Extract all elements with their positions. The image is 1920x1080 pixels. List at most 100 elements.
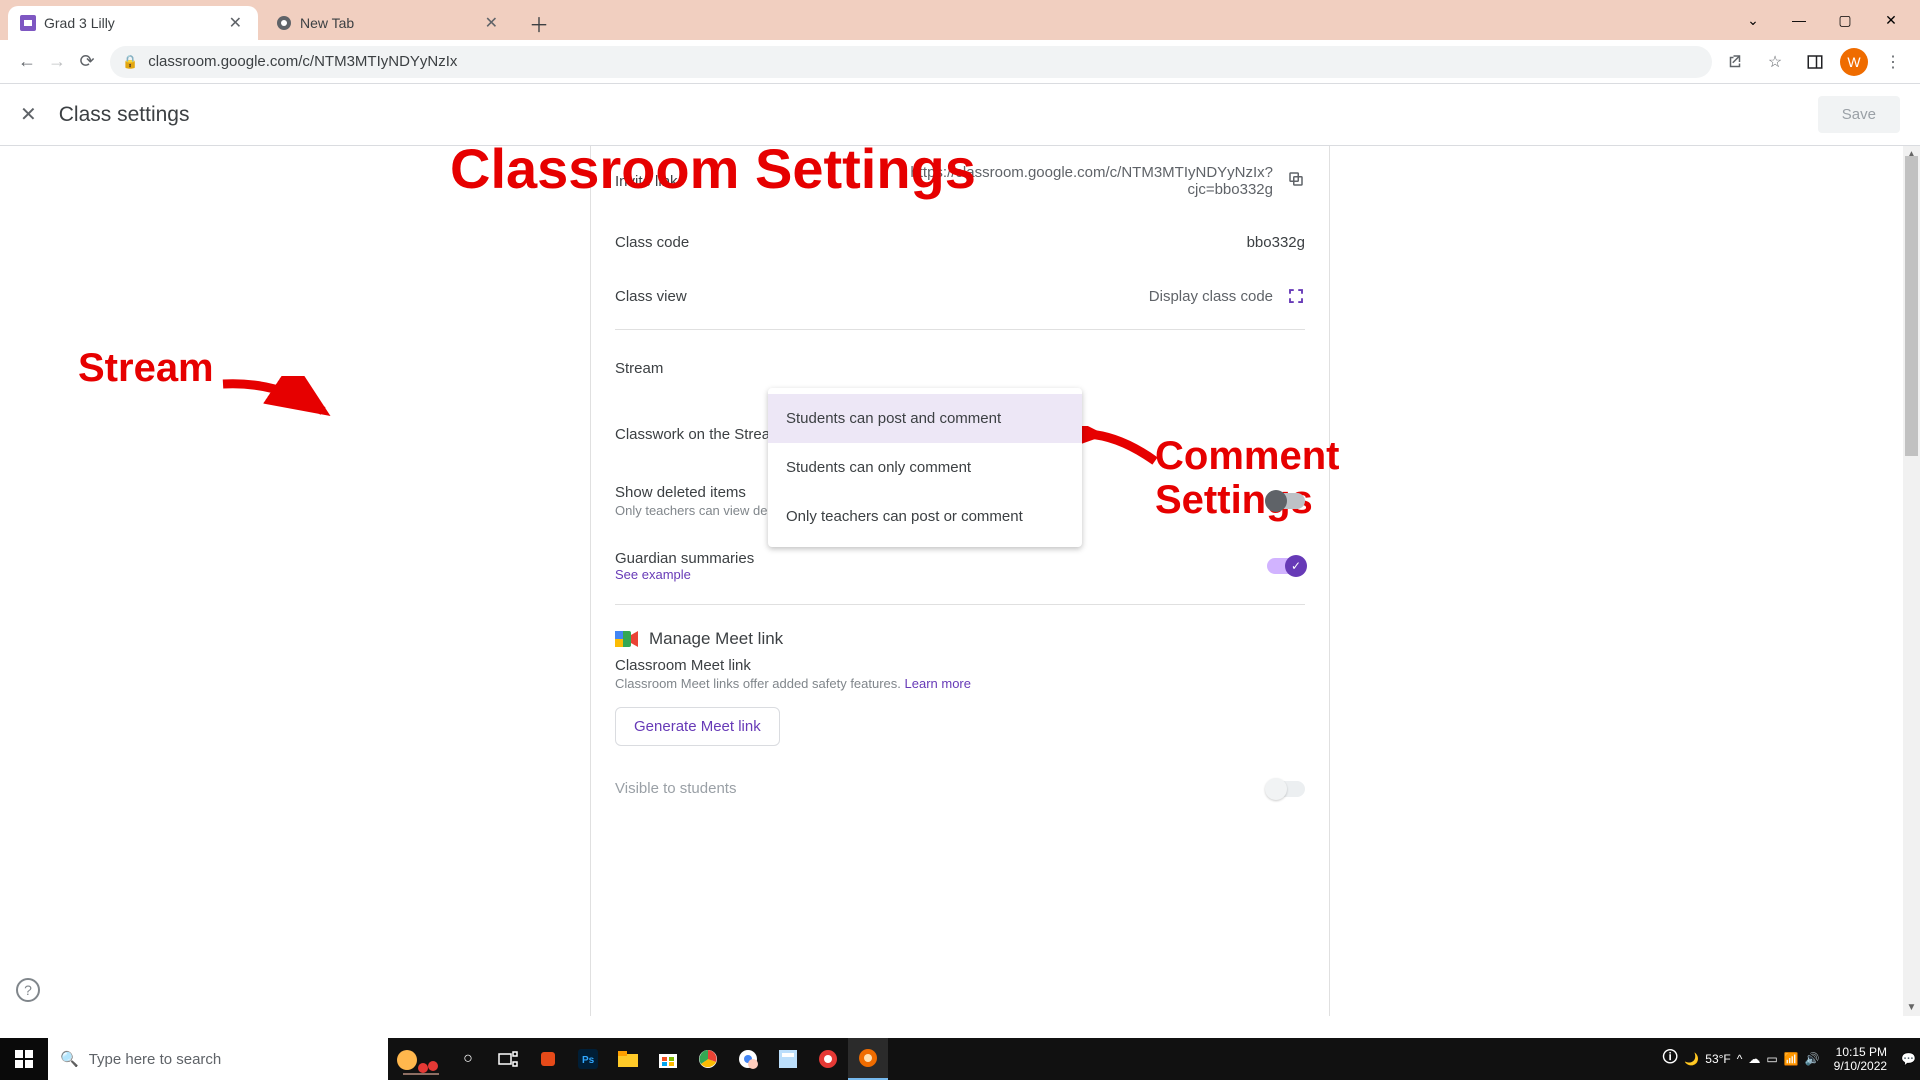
chrome-tab-strip: Grad 3 Lilly ✕ New Tab ✕ ＋ ⌄ — ▢ ✕ [0, 0, 1920, 40]
classwork-stream-label: Classwork on the Stream [615, 426, 783, 443]
tray-chevron-icon[interactable]: ^ [1737, 1052, 1743, 1066]
chrome-toolbar: ← → ⟳ 🔒 classroom.google.com/c/NTM3MTIyN… [0, 40, 1920, 84]
class-code-label: Class code [615, 234, 835, 251]
visible-to-students-row: Visible to students [615, 764, 1305, 813]
win-close-icon[interactable]: ✕ [1868, 0, 1914, 40]
meet-link-title: Classroom Meet link [615, 657, 1305, 674]
search-icon: 🔍 [60, 1050, 79, 1068]
annotation-title: Classroom Settings [450, 146, 976, 201]
page-title: Class settings [59, 103, 190, 127]
tab-close-icon[interactable]: ✕ [481, 13, 502, 33]
chrome-running-icon[interactable] [848, 1038, 888, 1080]
clock-date: 9/10/2022 [1834, 1059, 1887, 1073]
file-explorer-icon[interactable] [608, 1038, 648, 1080]
class-view-label: Class view [615, 288, 835, 305]
win-minimize-icon[interactable]: — [1776, 0, 1822, 40]
task-view-icon[interactable] [488, 1038, 528, 1080]
taskbar-widget-icon[interactable] [388, 1038, 448, 1080]
taskbar-search[interactable]: 🔍 Type here to search [48, 1038, 388, 1080]
chrome-alt-icon[interactable] [808, 1038, 848, 1080]
chrome-menu-icon[interactable]: ⋮ [1878, 47, 1908, 77]
annotation-comment-1: Comment [1155, 434, 1339, 479]
search-placeholder: Type here to search [89, 1051, 222, 1068]
dropdown-option-only-comment[interactable]: Students can only comment [768, 443, 1082, 492]
chrome-pinned-icon[interactable] [688, 1038, 728, 1080]
visible-to-students-label: Visible to students [615, 780, 736, 797]
address-bar[interactable]: 🔒 classroom.google.com/c/NTM3MTIyNDYyNzI… [110, 46, 1712, 78]
tray-help-icon[interactable]: 🛈 [1662, 1046, 1678, 1073]
dropdown-option-post-comment[interactable]: Students can post and comment [768, 394, 1082, 443]
nav-back-icon[interactable]: ← [12, 47, 42, 77]
fullscreen-icon [1287, 287, 1305, 305]
volume-icon[interactable]: 🔊 [1805, 1052, 1820, 1066]
app-icon[interactable] [768, 1038, 808, 1080]
stream-permissions-dropdown: Students can post and comment Students c… [768, 388, 1082, 547]
scrollbar-thumb[interactable] [1905, 156, 1918, 456]
divider [615, 329, 1305, 330]
window-controls: ⌄ — ▢ ✕ [1730, 0, 1920, 40]
save-button[interactable]: Save [1818, 96, 1900, 133]
wifi-icon[interactable]: 📶 [1784, 1052, 1799, 1066]
nav-forward-icon[interactable]: → [42, 47, 72, 77]
dropdown-option-teachers-only[interactable]: Only teachers can post or comment [768, 492, 1082, 541]
stream-label: Stream [615, 360, 663, 377]
generate-meet-link-button[interactable]: Generate Meet link [615, 707, 780, 746]
bookmark-star-icon[interactable]: ☆ [1760, 47, 1790, 77]
url-text: classroom.google.com/c/NTM3MTIyNDYyNzIx [148, 53, 457, 70]
ms-store-icon[interactable] [648, 1038, 688, 1080]
class-code-value: bbo332g [1247, 234, 1305, 251]
tab-close-icon[interactable]: ✕ [225, 13, 246, 33]
browser-tab-active[interactable]: Grad 3 Lilly ✕ [8, 6, 258, 40]
taskbar-clock[interactable]: 10:15 PM 9/10/2022 [1826, 1045, 1895, 1074]
start-button[interactable] [0, 1038, 48, 1080]
onedrive-icon[interactable]: ☁ [1748, 1052, 1760, 1066]
settings-panel: Invite link https://classroom.google.com… [590, 146, 1330, 1016]
profile-avatar[interactable]: W [1840, 48, 1868, 76]
meet-learn-more-link[interactable]: Learn more [905, 676, 971, 691]
display-class-code-button[interactable]: Display class code [1149, 287, 1305, 305]
tab-title: New Tab [300, 15, 354, 31]
google-meet-icon [615, 629, 639, 649]
weather-text[interactable]: 53°F [1705, 1052, 1730, 1066]
windows-taskbar: 🔍 Type here to search ○ Ps 🛈 🌙 53°F ^ ☁ … [0, 1038, 1920, 1080]
office-icon[interactable] [528, 1038, 568, 1080]
browser-tab-inactive[interactable]: New Tab ✕ [264, 6, 514, 40]
scroll-down-arrow-icon[interactable]: ▼ [1903, 999, 1920, 1016]
divider [615, 604, 1305, 605]
nav-reload-icon[interactable]: ⟳ [72, 47, 102, 77]
photoshop-icon[interactable]: Ps [568, 1038, 608, 1080]
chrome-profile-icon[interactable] [728, 1038, 768, 1080]
cortana-icon[interactable]: ○ [448, 1038, 488, 1080]
class-code-row: Class code bbo332g [615, 216, 1305, 269]
battery-icon[interactable]: ▭ [1766, 1052, 1777, 1066]
svg-text:Ps: Ps [582, 1055, 595, 1066]
win-maximize-icon[interactable]: ▢ [1822, 0, 1868, 40]
classroom-favicon [20, 15, 36, 31]
show-deleted-toggle[interactable] [1267, 493, 1305, 509]
side-panel-icon[interactable] [1800, 47, 1830, 77]
classroom-header: ✕ Class settings Save [0, 84, 1920, 146]
meet-header-text: Manage Meet link [649, 629, 783, 649]
new-tab-button[interactable]: ＋ [524, 8, 554, 38]
guardian-label: Guardian summaries [615, 550, 754, 567]
scrollbar-track[interactable]: ▲ ▼ [1903, 146, 1920, 1016]
annotation-arrow-icon [218, 376, 338, 436]
action-center-icon[interactable]: 💬 [1901, 1052, 1916, 1066]
chrome-favicon [276, 15, 292, 31]
visible-to-students-toggle [1267, 781, 1305, 797]
copy-icon[interactable] [1287, 170, 1305, 193]
class-view-row: Class view Display class code [615, 269, 1305, 323]
win-dropdown-icon[interactable]: ⌄ [1730, 0, 1776, 40]
clock-time: 10:15 PM [1834, 1045, 1887, 1059]
display-code-text: Display class code [1149, 288, 1273, 305]
guardian-see-example-link[interactable]: See example [615, 567, 754, 582]
weather-icon[interactable]: 🌙 [1684, 1052, 1699, 1066]
system-tray: 🛈 🌙 53°F ^ ☁ ▭ 📶 🔊 10:15 PM 9/10/2022 💬 [1662, 1038, 1920, 1080]
meet-link-desc: Classroom Meet links offer added safety … [615, 676, 1305, 691]
help-icon[interactable]: ? [16, 978, 40, 1002]
lock-icon: 🔒 [122, 54, 138, 70]
guardian-toggle[interactable] [1267, 558, 1305, 574]
annotation-stream: Stream [78, 346, 214, 391]
share-icon[interactable] [1720, 47, 1750, 77]
close-settings-icon[interactable]: ✕ [20, 102, 37, 127]
